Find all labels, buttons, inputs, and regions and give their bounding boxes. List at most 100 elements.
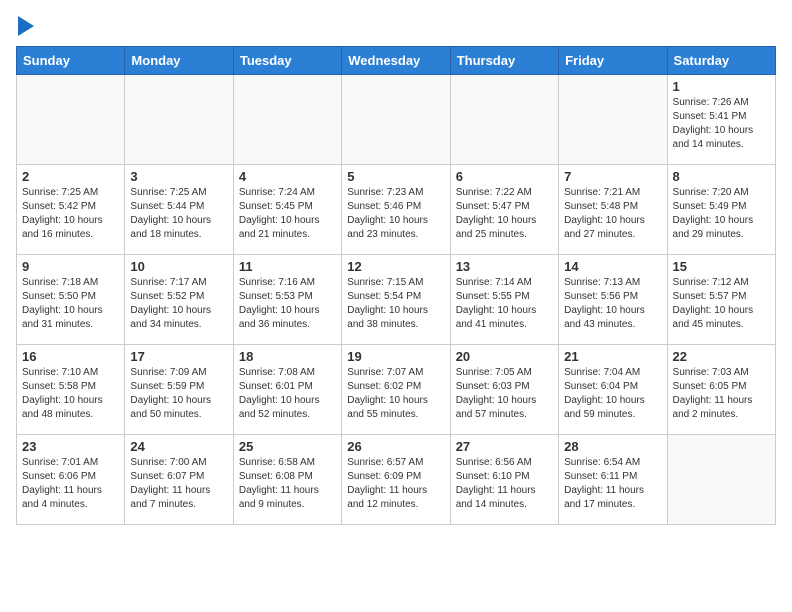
calendar-cell: 13 Sunrise: 7:14 AM Sunset: 5:55 PM Dayli… xyxy=(450,255,558,345)
day-number: 14 xyxy=(564,259,661,274)
calendar-cell: 27 Sunrise: 6:56 AM Sunset: 6:10 PM Dayli… xyxy=(450,435,558,525)
day-number: 3 xyxy=(130,169,227,184)
calendar-cell: 16 Sunrise: 7:10 AM Sunset: 5:58 PM Dayli… xyxy=(17,345,125,435)
calendar-cell: 22 Sunrise: 7:03 AM Sunset: 6:05 PM Dayli… xyxy=(667,345,775,435)
day-info: Sunrise: 7:04 AM Sunset: 6:04 PM Dayligh… xyxy=(564,366,661,422)
page-header xyxy=(16,16,776,36)
day-number: 10 xyxy=(130,259,227,274)
calendar-cell: 4 Sunrise: 7:24 AM Sunset: 5:45 PM Daylig… xyxy=(233,165,341,255)
calendar-cell: 5 Sunrise: 7:23 AM Sunset: 5:46 PM Daylig… xyxy=(342,165,450,255)
day-number: 18 xyxy=(239,349,336,364)
day-info: Sunrise: 7:07 AM Sunset: 6:02 PM Dayligh… xyxy=(347,366,444,422)
day-info: Sunrise: 7:00 AM Sunset: 6:07 PM Dayligh… xyxy=(130,456,227,512)
calendar-cell: 7 Sunrise: 7:21 AM Sunset: 5:48 PM Daylig… xyxy=(559,165,667,255)
calendar-cell xyxy=(450,75,558,165)
calendar-cell: 9 Sunrise: 7:18 AM Sunset: 5:50 PM Daylig… xyxy=(17,255,125,345)
day-info: Sunrise: 7:12 AM Sunset: 5:57 PM Dayligh… xyxy=(673,276,770,332)
weekday-header-tuesday: Tuesday xyxy=(233,47,341,75)
day-info: Sunrise: 7:25 AM Sunset: 5:42 PM Dayligh… xyxy=(22,186,119,242)
calendar-cell: 14 Sunrise: 7:13 AM Sunset: 5:56 PM Dayli… xyxy=(559,255,667,345)
calendar-cell xyxy=(125,75,233,165)
calendar-week-row: 1 Sunrise: 7:26 AM Sunset: 5:41 PM Daylig… xyxy=(17,75,776,165)
day-number: 22 xyxy=(673,349,770,364)
day-info: Sunrise: 7:25 AM Sunset: 5:44 PM Dayligh… xyxy=(130,186,227,242)
day-number: 28 xyxy=(564,439,661,454)
logo xyxy=(16,16,34,36)
day-number: 6 xyxy=(456,169,553,184)
day-info: Sunrise: 7:26 AM Sunset: 5:41 PM Dayligh… xyxy=(673,96,770,152)
day-number: 15 xyxy=(673,259,770,274)
day-info: Sunrise: 7:09 AM Sunset: 5:59 PM Dayligh… xyxy=(130,366,227,422)
day-info: Sunrise: 6:56 AM Sunset: 6:10 PM Dayligh… xyxy=(456,456,553,512)
calendar-cell: 11 Sunrise: 7:16 AM Sunset: 5:53 PM Dayli… xyxy=(233,255,341,345)
day-info: Sunrise: 7:22 AM Sunset: 5:47 PM Dayligh… xyxy=(456,186,553,242)
day-number: 4 xyxy=(239,169,336,184)
calendar-cell: 2 Sunrise: 7:25 AM Sunset: 5:42 PM Daylig… xyxy=(17,165,125,255)
day-number: 7 xyxy=(564,169,661,184)
calendar-table: SundayMondayTuesdayWednesdayThursdayFrid… xyxy=(16,46,776,525)
calendar-cell: 18 Sunrise: 7:08 AM Sunset: 6:01 PM Dayli… xyxy=(233,345,341,435)
day-info: Sunrise: 7:13 AM Sunset: 5:56 PM Dayligh… xyxy=(564,276,661,332)
day-number: 5 xyxy=(347,169,444,184)
calendar-cell xyxy=(17,75,125,165)
day-info: Sunrise: 7:08 AM Sunset: 6:01 PM Dayligh… xyxy=(239,366,336,422)
day-info: Sunrise: 6:54 AM Sunset: 6:11 PM Dayligh… xyxy=(564,456,661,512)
day-info: Sunrise: 7:10 AM Sunset: 5:58 PM Dayligh… xyxy=(22,366,119,422)
calendar-cell: 3 Sunrise: 7:25 AM Sunset: 5:44 PM Daylig… xyxy=(125,165,233,255)
day-number: 9 xyxy=(22,259,119,274)
day-number: 27 xyxy=(456,439,553,454)
day-info: Sunrise: 7:03 AM Sunset: 6:05 PM Dayligh… xyxy=(673,366,770,422)
calendar-cell xyxy=(342,75,450,165)
day-number: 8 xyxy=(673,169,770,184)
day-number: 25 xyxy=(239,439,336,454)
calendar-cell: 21 Sunrise: 7:04 AM Sunset: 6:04 PM Dayli… xyxy=(559,345,667,435)
calendar-cell xyxy=(559,75,667,165)
day-info: Sunrise: 7:14 AM Sunset: 5:55 PM Dayligh… xyxy=(456,276,553,332)
day-number: 17 xyxy=(130,349,227,364)
day-info: Sunrise: 7:20 AM Sunset: 5:49 PM Dayligh… xyxy=(673,186,770,242)
day-info: Sunrise: 7:18 AM Sunset: 5:50 PM Dayligh… xyxy=(22,276,119,332)
calendar-week-row: 9 Sunrise: 7:18 AM Sunset: 5:50 PM Daylig… xyxy=(17,255,776,345)
day-info: Sunrise: 7:01 AM Sunset: 6:06 PM Dayligh… xyxy=(22,456,119,512)
day-info: Sunrise: 6:57 AM Sunset: 6:09 PM Dayligh… xyxy=(347,456,444,512)
calendar-cell: 26 Sunrise: 6:57 AM Sunset: 6:09 PM Dayli… xyxy=(342,435,450,525)
day-number: 26 xyxy=(347,439,444,454)
calendar-week-row: 2 Sunrise: 7:25 AM Sunset: 5:42 PM Daylig… xyxy=(17,165,776,255)
calendar-week-row: 16 Sunrise: 7:10 AM Sunset: 5:58 PM Dayli… xyxy=(17,345,776,435)
day-number: 24 xyxy=(130,439,227,454)
calendar-cell: 19Sunrise: 7:07 AM Sunset: 6:02 PM Dayli… xyxy=(342,345,450,435)
weekday-header-thursday: Thursday xyxy=(450,47,558,75)
day-info: Sunrise: 7:23 AM Sunset: 5:46 PM Dayligh… xyxy=(347,186,444,242)
day-info: Sunrise: 7:17 AM Sunset: 5:52 PM Dayligh… xyxy=(130,276,227,332)
calendar-cell: 24 Sunrise: 7:00 AM Sunset: 6:07 PM Dayli… xyxy=(125,435,233,525)
calendar-week-row: 23 Sunrise: 7:01 AM Sunset: 6:06 PM Dayli… xyxy=(17,435,776,525)
day-number: 20 xyxy=(456,349,553,364)
day-number: 13 xyxy=(456,259,553,274)
day-info: Sunrise: 7:21 AM Sunset: 5:48 PM Dayligh… xyxy=(564,186,661,242)
day-number: 23 xyxy=(22,439,119,454)
calendar-cell: 25 Sunrise: 6:58 AM Sunset: 6:08 PM Dayli… xyxy=(233,435,341,525)
calendar-cell: 6 Sunrise: 7:22 AM Sunset: 5:47 PM Daylig… xyxy=(450,165,558,255)
day-number: 21 xyxy=(564,349,661,364)
day-info: Sunrise: 7:15 AM Sunset: 5:54 PM Dayligh… xyxy=(347,276,444,332)
logo-arrow-icon xyxy=(18,16,34,36)
day-number: 1 xyxy=(673,79,770,94)
calendar-cell: 8 Sunrise: 7:20 AM Sunset: 5:49 PM Daylig… xyxy=(667,165,775,255)
calendar-cell: 20 Sunrise: 7:05 AM Sunset: 6:03 PM Dayli… xyxy=(450,345,558,435)
day-info: Sunrise: 7:05 AM Sunset: 6:03 PM Dayligh… xyxy=(456,366,553,422)
calendar-cell xyxy=(233,75,341,165)
calendar-cell xyxy=(667,435,775,525)
calendar-cell: 23 Sunrise: 7:01 AM Sunset: 6:06 PM Dayli… xyxy=(17,435,125,525)
calendar-cell: 15 Sunrise: 7:12 AM Sunset: 5:57 PM Dayli… xyxy=(667,255,775,345)
day-info: Sunrise: 7:16 AM Sunset: 5:53 PM Dayligh… xyxy=(239,276,336,332)
calendar-cell: 1 Sunrise: 7:26 AM Sunset: 5:41 PM Daylig… xyxy=(667,75,775,165)
weekday-header-monday: Monday xyxy=(125,47,233,75)
calendar-cell: 12 Sunrise: 7:15 AM Sunset: 5:54 PM Dayli… xyxy=(342,255,450,345)
day-number: 16 xyxy=(22,349,119,364)
day-info: Sunrise: 7:24 AM Sunset: 5:45 PM Dayligh… xyxy=(239,186,336,242)
day-number: 12 xyxy=(347,259,444,274)
day-number: 11 xyxy=(239,259,336,274)
day-info: Sunrise: 6:58 AM Sunset: 6:08 PM Dayligh… xyxy=(239,456,336,512)
weekday-header-wednesday: Wednesday xyxy=(342,47,450,75)
day-number: 2 xyxy=(22,169,119,184)
